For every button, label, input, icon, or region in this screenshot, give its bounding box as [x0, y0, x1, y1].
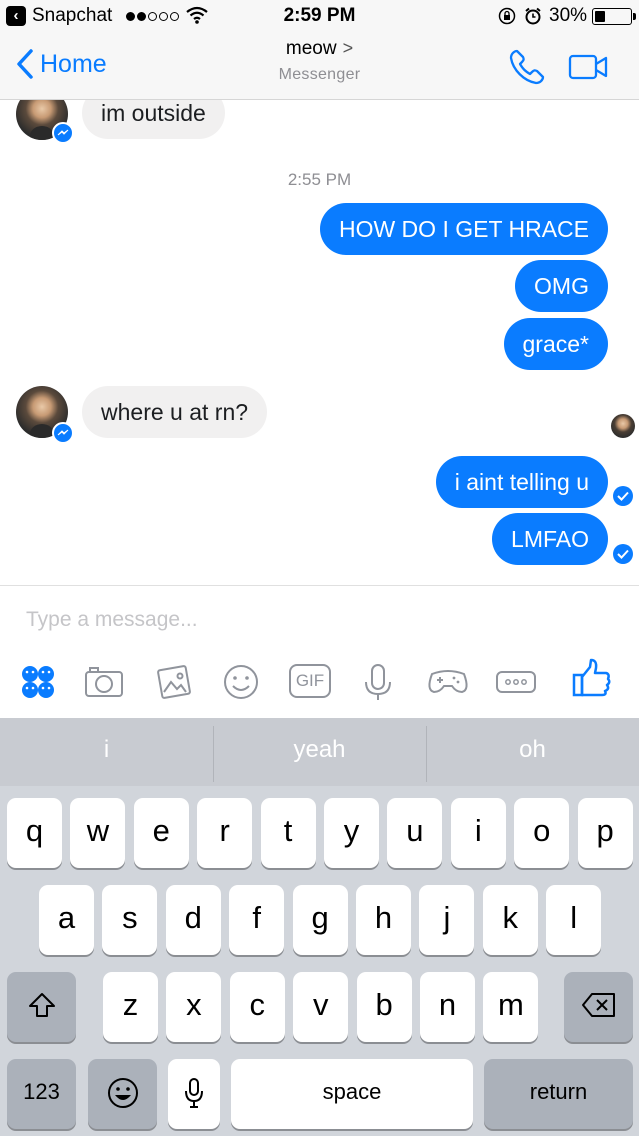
return-key[interactable]: return — [484, 1059, 633, 1129]
message-bubble-outgoing[interactable]: i aint telling u — [435, 456, 608, 508]
battery-nub — [633, 13, 636, 20]
alarm-icon — [525, 7, 541, 25]
messenger-badge-icon — [52, 422, 74, 444]
delivered-check-icon — [613, 544, 633, 564]
numbers-key[interactable]: 123 — [7, 1059, 76, 1129]
chevron-right-icon: > — [342, 38, 354, 58]
key-q[interactable]: q — [7, 798, 62, 868]
conversation-header: Home meow > Messenger — [0, 34, 639, 100]
message-bubble-incoming[interactable]: im outside — [82, 100, 225, 139]
message-input[interactable] — [26, 608, 586, 632]
key-n[interactable]: n — [420, 972, 475, 1042]
games-icon[interactable] — [426, 662, 470, 702]
gallery-icon[interactable] — [152, 662, 196, 702]
microphone-icon — [185, 1078, 203, 1108]
key-z[interactable]: z — [103, 972, 158, 1042]
read-receipt-avatar — [611, 414, 635, 438]
conversation-title: meow — [285, 38, 337, 59]
space-key[interactable]: space — [231, 1059, 473, 1129]
dictation-key[interactable] — [168, 1059, 220, 1129]
keyboard: i yeah oh qwertyuiop asdfghjkl zxcvbnm 1… — [0, 718, 639, 1136]
emoji-faces-icon[interactable] — [16, 662, 60, 702]
message-timestamp: 2:55 PM — [287, 170, 352, 189]
key-r[interactable]: r — [197, 798, 253, 868]
battery-percent: 30% — [549, 5, 588, 26]
more-icon[interactable] — [494, 662, 538, 702]
key-c[interactable]: c — [229, 972, 285, 1042]
message-thread[interactable]: im outside 2:55 PM HOW DO I GET HRACE OM… — [0, 100, 639, 585]
key-y[interactable]: y — [324, 798, 379, 868]
key-i[interactable]: i — [450, 798, 506, 868]
shift-arrow-icon — [28, 993, 55, 1017]
key-k[interactable]: k — [482, 885, 538, 955]
key-j[interactable]: j — [419, 885, 475, 955]
video-call-icon[interactable] — [568, 52, 610, 82]
message-bubble-outgoing[interactable]: grace* — [503, 318, 608, 370]
battery-level-fill — [595, 11, 606, 22]
predictive-suggestions: i yeah oh — [0, 718, 639, 786]
battery-icon — [592, 8, 632, 25]
status-time: 2:59 PM — [283, 5, 356, 26]
delivered-check-icon — [613, 486, 633, 506]
backspace-icon — [581, 993, 615, 1017]
gif-button[interactable]: GIF — [289, 664, 331, 698]
suggestion-3[interactable]: oh — [426, 718, 639, 786]
like-icon[interactable] — [570, 658, 614, 698]
suggestion-2[interactable]: yeah — [213, 718, 426, 786]
key-a[interactable]: a — [39, 885, 94, 955]
shift-key[interactable] — [7, 972, 76, 1042]
phone-call-icon[interactable] — [508, 48, 546, 86]
key-m[interactable]: m — [483, 972, 539, 1042]
key-x[interactable]: x — [166, 972, 222, 1042]
message-bubble-incoming[interactable]: where u at rn? — [82, 386, 268, 438]
key-u[interactable]: u — [387, 798, 443, 868]
key-t[interactable]: t — [260, 798, 316, 868]
suggestion-1[interactable]: i — [0, 718, 213, 786]
camera-icon[interactable] — [82, 662, 126, 702]
composer: GIF — [0, 585, 639, 718]
microphone-icon[interactable] — [356, 662, 400, 702]
emoji-keyboard-key[interactable] — [88, 1059, 157, 1129]
key-s[interactable]: s — [102, 885, 158, 955]
key-p[interactable]: p — [577, 798, 633, 868]
key-g[interactable]: g — [292, 885, 348, 955]
key-f[interactable]: f — [229, 885, 285, 955]
key-b[interactable]: b — [356, 972, 412, 1042]
key-d[interactable]: d — [165, 885, 221, 955]
key-w[interactable]: w — [70, 798, 126, 868]
rotation-lock-icon — [498, 7, 516, 25]
key-l[interactable]: l — [546, 885, 602, 955]
status-bar: ‹ Snapchat 2:59 PM 30% — [0, 0, 639, 34]
key-e[interactable]: e — [133, 798, 189, 868]
key-o[interactable]: o — [514, 798, 570, 868]
message-bubble-outgoing[interactable]: OMG — [515, 260, 608, 312]
message-bubble-outgoing[interactable]: LMFAO — [492, 513, 608, 565]
delete-key[interactable] — [564, 972, 633, 1042]
sticker-smile-icon[interactable] — [219, 662, 263, 702]
emoji-face-icon — [107, 1078, 138, 1108]
key-v[interactable]: v — [293, 972, 349, 1042]
key-h[interactable]: h — [356, 885, 411, 955]
messenger-badge-icon — [52, 122, 74, 144]
message-bubble-outgoing[interactable]: HOW DO I GET HRACE — [319, 203, 608, 255]
